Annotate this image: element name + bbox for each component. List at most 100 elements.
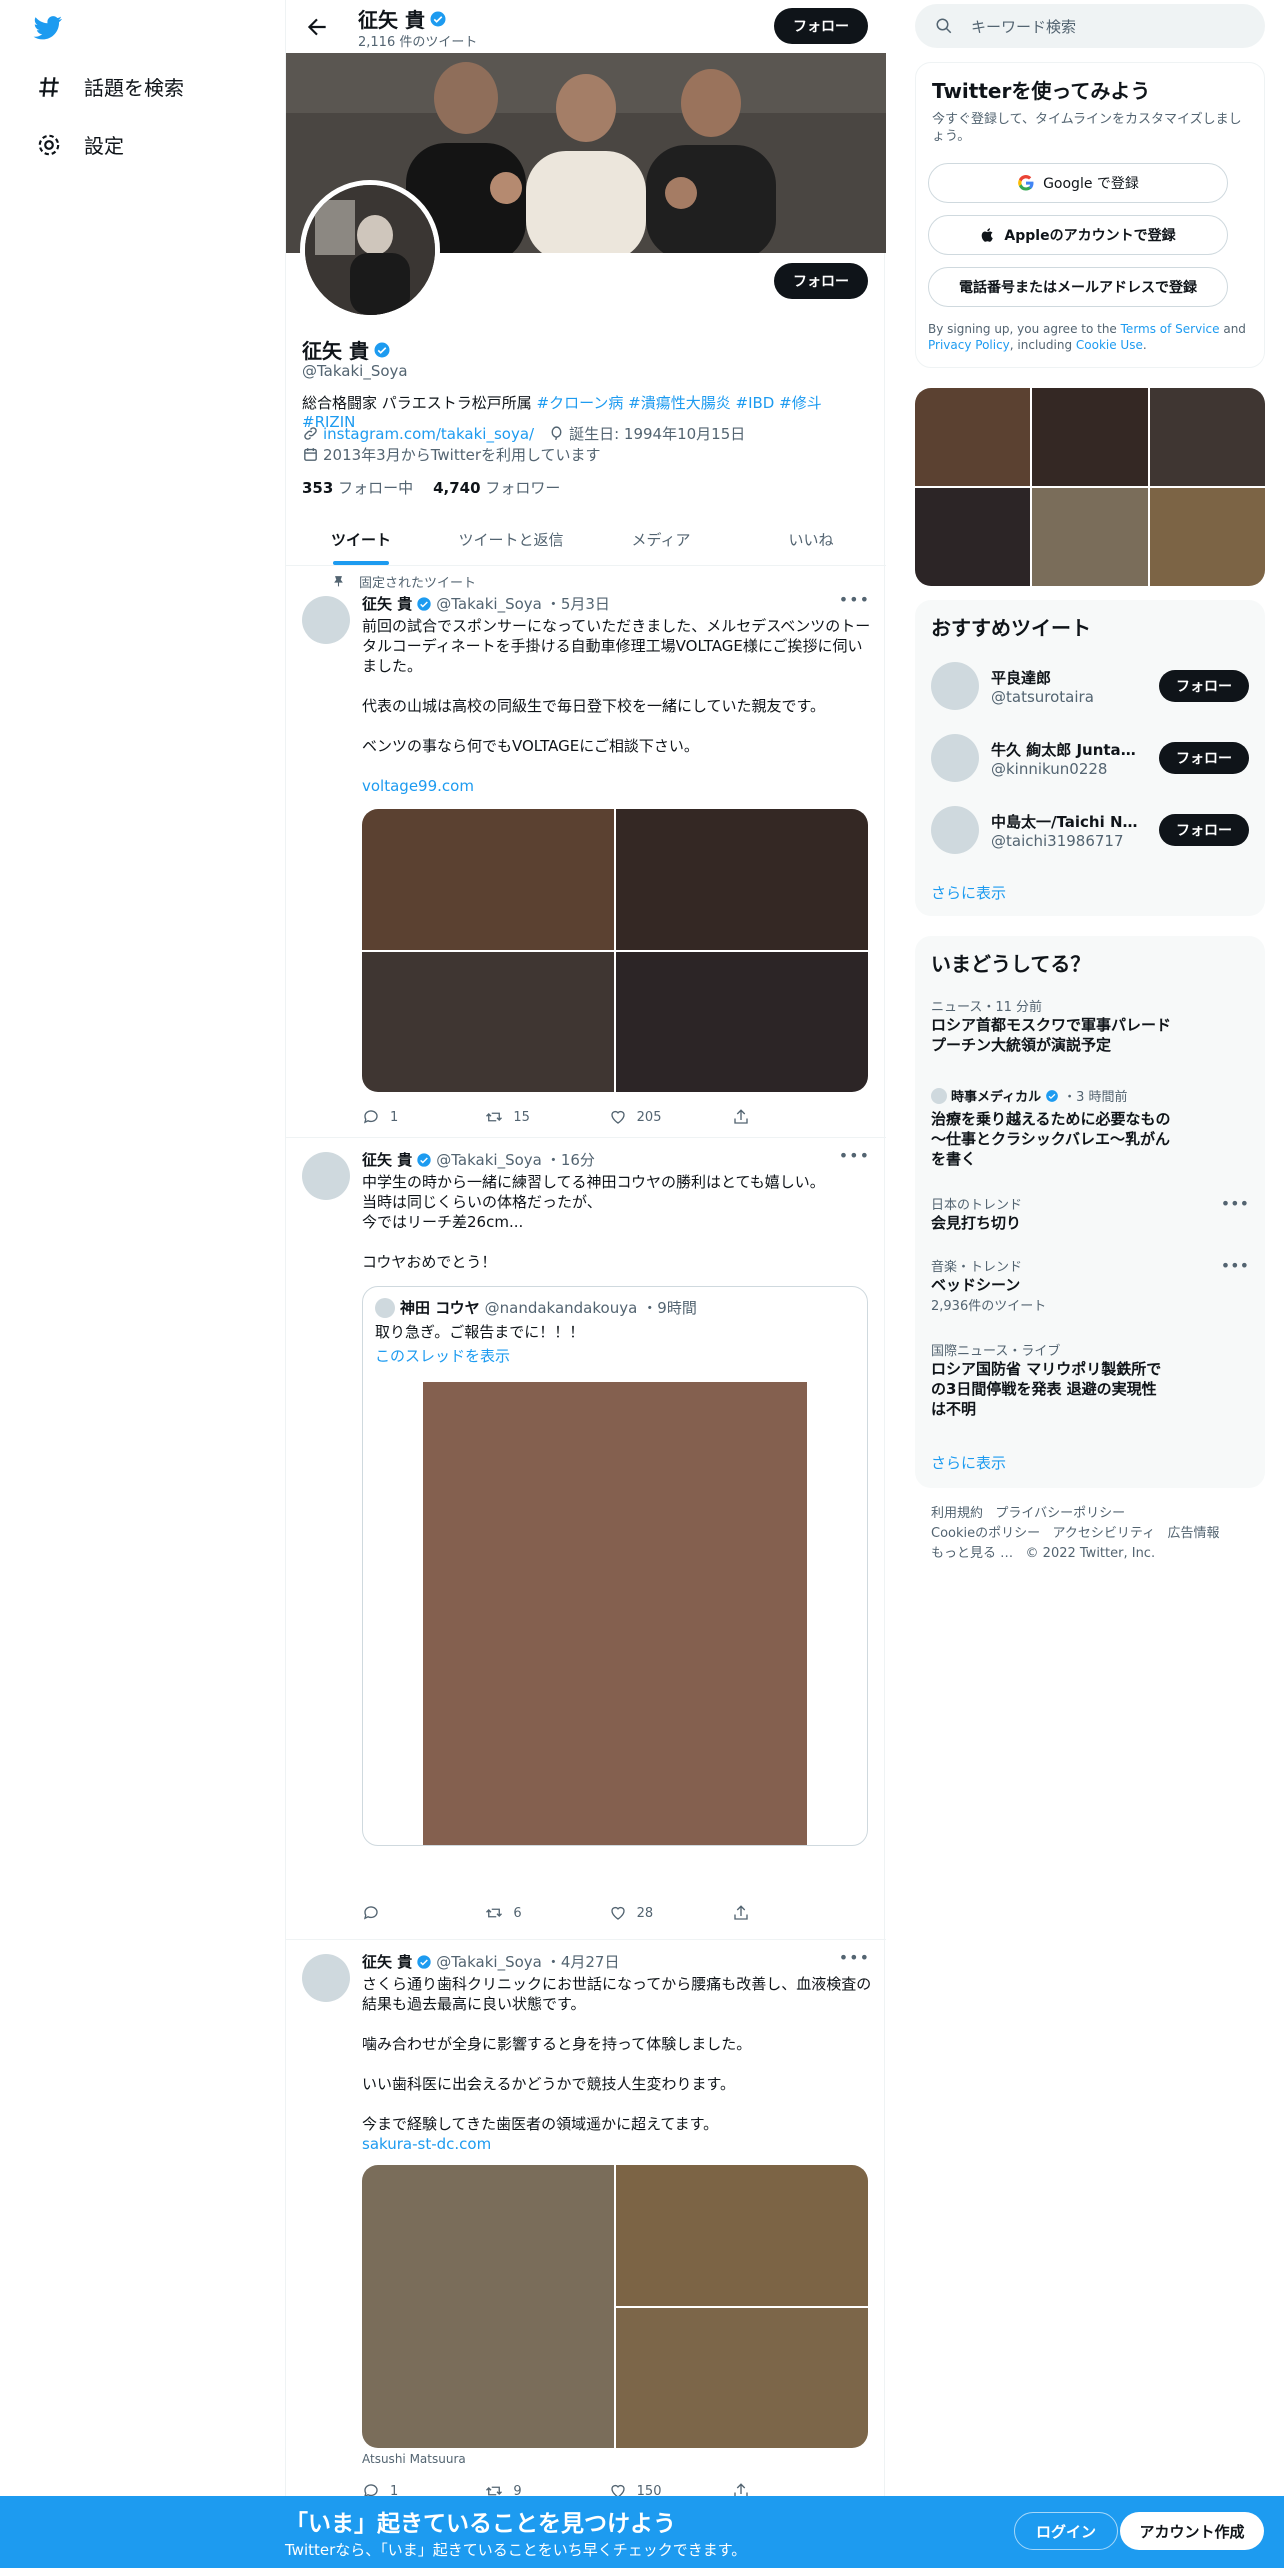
header-follow-button[interactable]: フォロー [774, 8, 868, 44]
photo-thumbnail[interactable] [1149, 388, 1265, 486]
nav-settings[interactable]: 設定 [36, 130, 124, 159]
follow-button[interactable]: フォロー [1159, 670, 1249, 702]
following-link[interactable]: 353 フォロー中 [302, 477, 413, 498]
tweet-media[interactable] [362, 809, 868, 1092]
tab-tweets-replies[interactable]: ツイートと返信 [436, 513, 586, 565]
footer-link[interactable]: もっと見る … [931, 1546, 1013, 1561]
cookie-link[interactable]: Cookie Use [1076, 338, 1143, 352]
tab-tweets[interactable]: ツイート [286, 513, 436, 565]
tweet[interactable]: 征矢 貴 @Takaki_Soya ・4月27日 ••• さくら通り歯科クリニッ… [286, 1940, 886, 2500]
tweet-link[interactable]: sakura-st-dc.com [362, 2134, 872, 2154]
more-icon[interactable]: ••• [839, 1146, 870, 1165]
login-button[interactable]: ログイン [1014, 2512, 1118, 2550]
more-icon[interactable]: ••• [839, 1948, 870, 1967]
media-image[interactable] [616, 951, 868, 1092]
tab-media[interactable]: メディア [586, 513, 736, 565]
search-box[interactable]: キーワード検索 [915, 4, 1265, 48]
back-arrow-icon[interactable] [304, 14, 330, 40]
tweet[interactable]: 征矢 貴 @Takaki_Soya ・16分 ••• 中学生の時から一緒に練習し… [286, 1138, 886, 1940]
footer-link[interactable]: 利用規約 [931, 1506, 983, 1521]
trends-title: いまどうしてる？ [931, 952, 1091, 976]
follow-button[interactable]: フォロー [1159, 814, 1249, 846]
profile-avatar[interactable] [300, 180, 440, 320]
avatar[interactable] [931, 734, 979, 782]
hashtag-link[interactable]: #修斗 [779, 394, 822, 412]
terms-link[interactable]: Terms of Service [1121, 322, 1220, 336]
quoted-tweet[interactable]: 神田 コウヤ @nandakandakouya ・9時間 取り急ぎ。ご報告までに… [362, 1286, 868, 1846]
more-icon[interactable]: ••• [1221, 1194, 1249, 1213]
footer-link[interactable]: 広告情報 [1168, 1526, 1220, 1541]
twitter-logo-icon[interactable] [33, 16, 63, 40]
suggested-user[interactable]: 中島太一/Taichi Nakaj... @taichi31986717 フォロ… [931, 802, 1249, 858]
follow-button[interactable]: フォロー [1159, 742, 1249, 774]
footer-link[interactable]: アクセシビリティ [1053, 1526, 1156, 1541]
retweet-button[interactable]: 15 [485, 1108, 545, 1126]
followers-link[interactable]: 4,740 フォロワー [433, 477, 560, 498]
apple-signup-button[interactable]: Appleのアカウントで登録 [928, 215, 1228, 255]
show-more-link[interactable]: さらに表示 [931, 882, 1006, 903]
more-icon[interactable]: ••• [839, 590, 870, 609]
show-thread-link[interactable]: このスレッドを表示 [375, 1345, 510, 1366]
photo-thumbnail[interactable] [915, 488, 1031, 586]
retweet-icon [486, 1112, 503, 1122]
avatar[interactable] [302, 1152, 350, 1200]
photo-thumbnail[interactable] [915, 388, 1031, 486]
trend-item[interactable]: 国際ニュース・ライブ ロシア国防省 マリウポリ製鉄所での3日間停戦を発表 退避の… [931, 1340, 1249, 1419]
reply-button[interactable] [362, 1904, 422, 1922]
footer-link[interactable]: プライバシーポリシー [995, 1506, 1125, 1521]
hashtag-link[interactable]: #IBD [736, 394, 775, 412]
share-button[interactable] [732, 1108, 792, 1126]
tweet-author-name[interactable]: 征矢 貴 [362, 1149, 412, 1170]
nav-explore-label: 話題を検索 [84, 76, 184, 100]
profile-url-link[interactable]: instagram.com/takaki_soya/ [323, 425, 534, 443]
search-input[interactable]: キーワード検索 [971, 16, 1076, 37]
reply-button[interactable]: 1 [362, 1108, 422, 1126]
tweet-author-name[interactable]: 征矢 貴 [362, 593, 412, 614]
photo-thumbnail[interactable] [1149, 488, 1265, 586]
privacy-link[interactable]: Privacy Policy [928, 338, 1010, 352]
media-image[interactable] [362, 809, 614, 950]
tweet-media[interactable] [362, 2165, 868, 2448]
quote-media[interactable] [423, 1382, 807, 1845]
tweet-author-name[interactable]: 征矢 貴 [362, 1951, 412, 1972]
photo-thumbnail[interactable] [1032, 388, 1148, 486]
nav-explore[interactable]: 話題を検索 [36, 72, 184, 101]
phone-email-signup-button[interactable]: 電話番号またはメールアドレスで登録 [928, 267, 1228, 307]
like-button[interactable]: 205 [609, 1108, 669, 1126]
calendar-icon [304, 448, 317, 461]
trend-item[interactable]: 時事メディカル ・3 時間前 治療を乗り越えるために必要なもの～仕事とクラシック… [931, 1086, 1249, 1169]
suggested-user[interactable]: 牛久 絢太郎 Juntaro Us... @kinnikun0228 フォロー [931, 730, 1249, 786]
google-signup-button[interactable]: Google で登録 [928, 163, 1228, 203]
trend-item[interactable]: 音楽・トレンド ベッドシーン 2,936件のツイート ••• [931, 1256, 1249, 1314]
more-icon[interactable]: ••• [1221, 1256, 1249, 1275]
profile-follow-button[interactable]: フォロー [774, 263, 868, 299]
hashtag-link[interactable]: #潰瘍性大腸炎 [628, 394, 731, 412]
tweet[interactable]: 固定されたツイート 征矢 貴 @Takaki_Soya ・5月3日 ••• 前回… [286, 566, 886, 1138]
tweet-link[interactable]: voltage99.com [362, 776, 872, 796]
retweet-button[interactable]: 6 [485, 1904, 545, 1922]
avatar[interactable] [931, 806, 979, 854]
suggested-user[interactable]: 平良達郎 @tatsurotaira フォロー [931, 658, 1249, 714]
show-more-link[interactable]: さらに表示 [931, 1452, 1006, 1473]
photo-thumbnail[interactable] [1032, 488, 1148, 586]
signup-button[interactable]: アカウント作成 [1120, 2512, 1264, 2550]
tweet-time[interactable]: ・5月3日 [546, 593, 610, 614]
footer-link[interactable]: Cookieのポリシー [931, 1526, 1040, 1541]
tweet-time[interactable]: ・16分 [546, 1149, 595, 1170]
avatar[interactable] [302, 596, 350, 644]
avatar[interactable] [931, 662, 979, 710]
media-image[interactable] [616, 809, 868, 950]
media-image[interactable] [362, 2165, 614, 2448]
share-button[interactable] [732, 1904, 792, 1922]
tab-likes[interactable]: いいね [736, 513, 886, 565]
avatar[interactable] [302, 1954, 350, 2002]
hashtag-link[interactable]: #クローン病 [537, 394, 624, 412]
trend-item[interactable]: 日本のトレンド 会見打ち切り ••• [931, 1194, 1249, 1233]
like-button[interactable]: 28 [609, 1904, 669, 1922]
media-image[interactable] [362, 951, 614, 1092]
trend-item[interactable]: ニュース・11 分前 ロシア首都モスクワで軍事パレード プーチン大統領が演説予定 [931, 996, 1249, 1055]
retweet-count: 15 [513, 1109, 530, 1125]
media-image[interactable] [616, 2307, 868, 2448]
tweet-time[interactable]: ・4月27日 [546, 1951, 620, 1972]
media-image[interactable] [616, 2165, 868, 2306]
